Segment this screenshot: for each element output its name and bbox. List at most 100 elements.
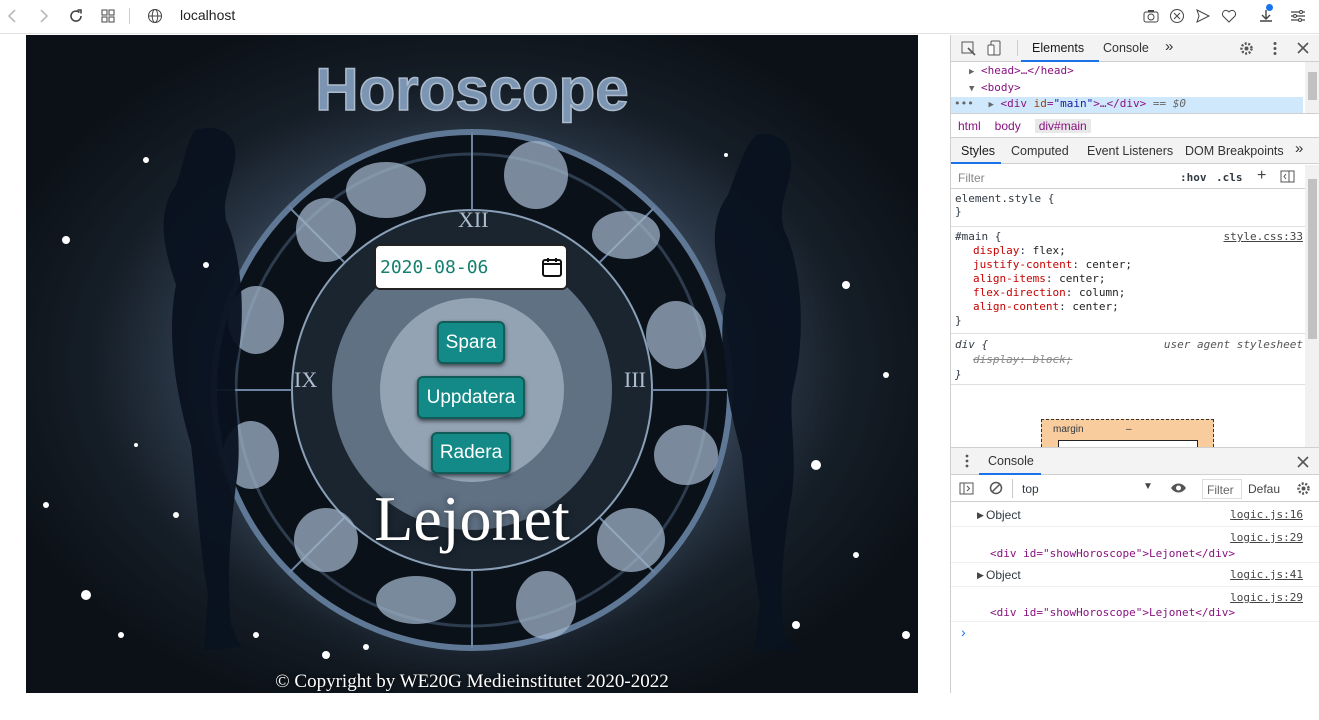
send-icon[interactable] bbox=[1191, 5, 1215, 27]
css-property-value[interactable]: column; bbox=[1079, 286, 1125, 299]
div-rule-prop: display: block; bbox=[973, 353, 1073, 366]
box-model-margin[interactable]: margin – bbox=[1041, 419, 1214, 448]
zodiac-wheel-illustration: XII IX III Horoscope bbox=[26, 35, 918, 693]
heart-icon[interactable] bbox=[1217, 5, 1241, 27]
css-property-line[interactable]: flex-direction: column; bbox=[955, 286, 1301, 300]
delete-button[interactable]: Radera bbox=[431, 432, 511, 474]
rule-div-user-agent: div { user agent stylesheet display: blo… bbox=[951, 335, 1305, 385]
css-property-value[interactable]: center; bbox=[1072, 300, 1118, 313]
dom-node-body[interactable]: ▼ <body> bbox=[951, 81, 1303, 98]
save-button[interactable]: Spara bbox=[437, 321, 505, 364]
css-property-line[interactable]: align-items: center; bbox=[955, 272, 1301, 286]
close-drawer-icon[interactable] bbox=[1297, 456, 1309, 468]
console-entry-source[interactable]: logic.js:16 bbox=[1230, 508, 1303, 521]
dom-node-main-selected[interactable]: ••• ▶ <div id="main">…</div> == $0 bbox=[951, 97, 1303, 114]
camera-icon[interactable] bbox=[1139, 5, 1163, 27]
css-property-name[interactable]: align-content bbox=[973, 300, 1059, 313]
more-tabs-icon[interactable]: » bbox=[1165, 38, 1173, 55]
css-property-name[interactable]: justify-content bbox=[973, 258, 1072, 271]
console-entry-source[interactable]: logic.js:29 bbox=[1230, 531, 1303, 544]
console-entry-source[interactable]: logic.js:41 bbox=[1230, 568, 1303, 581]
apps-grid-icon[interactable] bbox=[96, 5, 120, 27]
console-entry-source[interactable]: logic.js:29 bbox=[1230, 591, 1303, 604]
drawer-menu-icon[interactable] bbox=[965, 454, 969, 468]
tab-styles-indicator bbox=[951, 162, 1001, 164]
breadcrumb-div-main[interactable]: div#main bbox=[1034, 118, 1091, 133]
horoscope-logo-text: Horoscope bbox=[315, 56, 628, 123]
console-entry[interactable]: logic.js:29 <div id="showHoroscope">Lejo… bbox=[951, 588, 1319, 622]
tab-elements-indicator bbox=[1021, 60, 1099, 62]
page-viewport: XII IX III Horoscope 2020-08-06 Spara Up… bbox=[0, 35, 950, 693]
globe-icon[interactable] bbox=[143, 5, 167, 27]
expand-object-icon[interactable]: ▶ bbox=[977, 510, 984, 521]
settings-gear-icon[interactable] bbox=[1239, 41, 1254, 56]
hov-toggle[interactable]: :hov bbox=[1180, 171, 1207, 184]
inspect-element-icon[interactable] bbox=[961, 41, 976, 56]
block-icon[interactable] bbox=[1165, 5, 1189, 27]
console-entry[interactable]: logic.js:29 <div id="showHoroscope">Lejo… bbox=[951, 528, 1319, 563]
cls-toggle[interactable]: .cls bbox=[1216, 171, 1243, 184]
css-property-value[interactable]: center; bbox=[1086, 258, 1132, 271]
log-level-select[interactable]: Defau bbox=[1242, 479, 1295, 499]
tab-elements[interactable]: Elements bbox=[1032, 41, 1084, 55]
style-source-link[interactable]: style.css:33 bbox=[1224, 230, 1303, 244]
tab-styles[interactable]: Styles bbox=[961, 144, 995, 158]
device-toolbar-icon[interactable] bbox=[987, 40, 1001, 56]
toggle-sidebar-icon[interactable] bbox=[1280, 170, 1295, 183]
console-entry[interactable]: ▶ Object logic.js:16 bbox=[951, 503, 1319, 527]
expand-arrow-icon[interactable]: ▶ bbox=[969, 67, 974, 77]
css-property-name[interactable]: display bbox=[973, 244, 1019, 257]
eye-icon[interactable] bbox=[1170, 482, 1187, 494]
console-sidebar-icon[interactable] bbox=[959, 482, 974, 495]
collapse-arrow-icon[interactable]: ▼ bbox=[969, 84, 974, 94]
tab-dom-breakpoints[interactable]: DOM Breakpoints bbox=[1185, 144, 1284, 158]
css-property-value[interactable]: flex; bbox=[1033, 244, 1066, 257]
add-rule-icon[interactable]: + bbox=[1257, 167, 1266, 185]
tab-console[interactable]: Console bbox=[1103, 41, 1149, 55]
rule-element-style: element.style { } bbox=[951, 191, 1305, 227]
dom-scrollbar[interactable] bbox=[1305, 62, 1319, 113]
address-bar[interactable]: localhost bbox=[180, 7, 235, 23]
update-button[interactable]: Uppdatera bbox=[417, 376, 525, 419]
context-dropdown-icon[interactable]: ▼ bbox=[1143, 481, 1153, 492]
styles-filter-input[interactable]: Filter bbox=[958, 171, 985, 185]
expand-arrow-icon[interactable]: ▶ bbox=[989, 100, 994, 110]
context-select[interactable]: top bbox=[1022, 482, 1039, 496]
horoscope-background: XII IX III Horoscope 2020-08-06 Spara Up… bbox=[26, 35, 918, 693]
css-property-line[interactable]: justify-content: center; bbox=[955, 258, 1301, 272]
expand-object-icon[interactable]: ▶ bbox=[977, 570, 984, 581]
dom-head-text: <head>…</head> bbox=[981, 64, 1074, 77]
css-property-name[interactable]: flex-direction bbox=[973, 286, 1066, 299]
console-prompt[interactable]: › bbox=[961, 624, 966, 640]
console-settings-icon[interactable] bbox=[1296, 481, 1311, 496]
console-filter-input[interactable]: Filter bbox=[1202, 479, 1242, 499]
css-property-value[interactable]: center; bbox=[1059, 272, 1105, 285]
styles-scrollbar[interactable] bbox=[1305, 165, 1319, 447]
menu-icon[interactable] bbox=[1286, 5, 1310, 27]
copyright-footer: © Copyright by WE20G Medieinstitutet 202… bbox=[275, 671, 669, 692]
svg-text:III: III bbox=[624, 367, 646, 392]
close-devtools-icon[interactable] bbox=[1297, 42, 1309, 54]
more-style-tabs-icon[interactable]: » bbox=[1295, 140, 1303, 157]
dom-body-text: <body> bbox=[981, 81, 1021, 94]
calendar-icon[interactable] bbox=[542, 257, 562, 277]
css-property-line[interactable]: align-content: center; bbox=[955, 300, 1301, 314]
dom-node-head[interactable]: ▶ <head>…</head> bbox=[951, 64, 1303, 81]
breadcrumb: html body div#main bbox=[951, 113, 1319, 138]
drawer-tab-console[interactable]: Console bbox=[988, 454, 1034, 468]
kebab-menu-icon[interactable] bbox=[1272, 41, 1278, 56]
tab-event-listeners[interactable]: Event Listeners bbox=[1087, 144, 1173, 158]
reload-icon[interactable] bbox=[64, 5, 88, 27]
tab-computed[interactable]: Computed bbox=[1011, 144, 1069, 158]
console-entry[interactable]: ▶ Object logic.js:41 bbox=[951, 564, 1319, 587]
css-property-name[interactable]: align-items bbox=[973, 272, 1046, 285]
forward-icon[interactable] bbox=[32, 5, 56, 27]
css-property-line[interactable]: display: flex; bbox=[955, 244, 1301, 258]
dom-ellipsis[interactable]: ••• bbox=[954, 97, 974, 110]
dom-selected-rest: >…</div> bbox=[1093, 97, 1147, 110]
date-input[interactable]: 2020-08-06 bbox=[374, 244, 568, 290]
breadcrumb-html[interactable]: html bbox=[958, 119, 981, 133]
clear-console-icon[interactable] bbox=[989, 481, 1003, 495]
back-icon[interactable] bbox=[0, 5, 24, 27]
breadcrumb-body[interactable]: body bbox=[995, 119, 1021, 133]
